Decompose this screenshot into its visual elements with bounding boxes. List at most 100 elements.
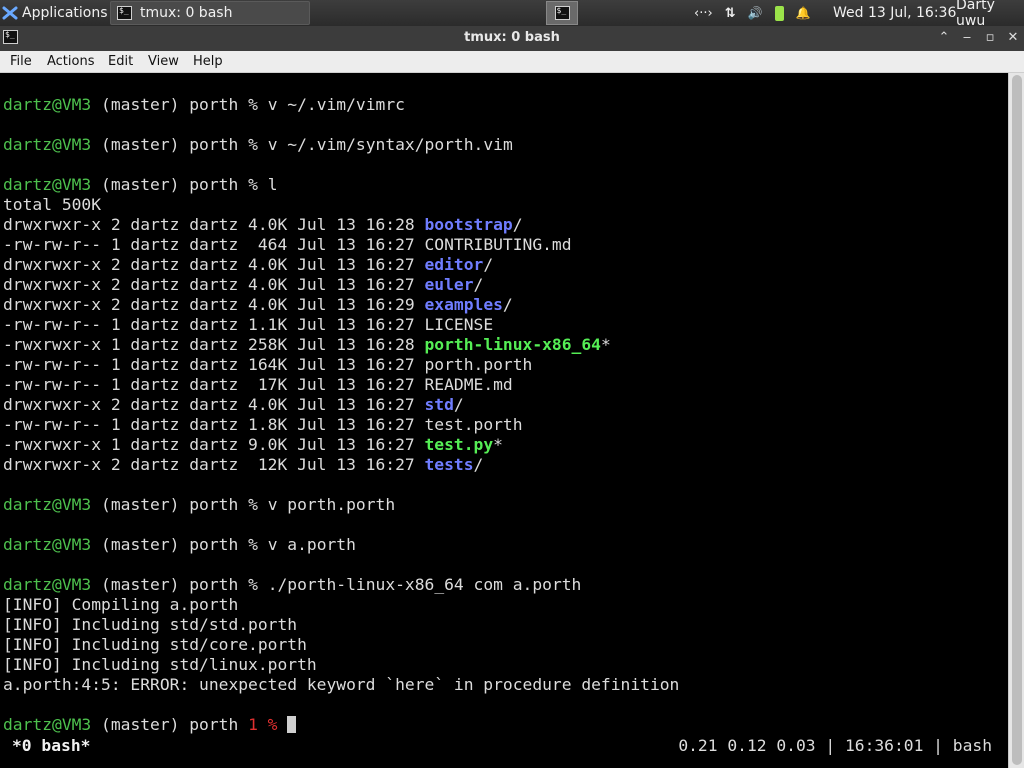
- maximize-button[interactable]: ▫: [981, 29, 999, 47]
- listing-row: drwxrwxr-x 2 dartz dartz 4.0K Jul 13 16:…: [3, 295, 513, 315]
- listing-row: drwxrwxr-x 2 dartz dartz 12K Jul 13 16:2…: [3, 455, 483, 475]
- menu-help[interactable]: Help: [193, 54, 223, 69]
- user-host: dartz@VM3: [3, 535, 92, 554]
- file-meta: drwxrwxr-x 2 dartz dartz 4.0K Jul 13 16:…: [3, 295, 425, 314]
- user-host: dartz@VM3: [3, 135, 92, 154]
- file-name: test.py: [424, 435, 494, 454]
- listing-row: drwxrwxr-x 2 dartz dartz 4.0K Jul 13 16:…: [3, 275, 483, 295]
- command-text: v ~/.vim/syntax/porth.vim: [267, 135, 513, 154]
- command-text: v ~/.vim/vimrc: [267, 95, 405, 114]
- file-meta: -rwxrwxr-x 1 dartz dartz 258K Jul 13 16:…: [3, 335, 425, 354]
- file-name: editor: [424, 255, 484, 274]
- listing-row: -rwxrwxr-x 1 dartz dartz 9.0K Jul 13 16:…: [3, 435, 503, 455]
- top-panel: Applications $_ tmux: 0 bash $_ ‹··› ⇅ 🔊…: [0, 0, 1024, 29]
- user-menu[interactable]: Darty uwu: [956, 0, 1024, 29]
- window-titlebar[interactable]: $_ tmux: 0 bash ⌃ ‒ ▫ ✕: [0, 26, 1024, 51]
- file-name: porth-linux-x86_64: [424, 335, 601, 354]
- user-host: dartz@VM3: [3, 175, 92, 194]
- file-meta: -rw-rw-r-- 1 dartz dartz 1.1K Jul 13 16:…: [3, 315, 425, 334]
- listing-row: -rw-rw-r-- 1 dartz dartz 1.8K Jul 13 16:…: [3, 415, 523, 435]
- file-suffix: /: [453, 395, 464, 414]
- output-line: [INFO] Compiling a.porth: [3, 595, 239, 614]
- file-suffix: /: [502, 295, 513, 314]
- file-meta: drwxrwxr-x 2 dartz dartz 4.0K Jul 13 16:…: [3, 215, 425, 234]
- file-suffix: /: [473, 455, 484, 474]
- error-line: a.porth:4:5: ERROR: unexpected keyword `…: [3, 675, 680, 694]
- file-name: std: [424, 395, 454, 414]
- file-suffix: /: [512, 215, 523, 234]
- terminal-scrollbar[interactable]: [1008, 73, 1024, 768]
- tmux-status-bar: *0 bash* 0.21 0.12 0.03 | 16:36:01 | bas…: [0, 735, 1008, 757]
- applications-label: Applications: [22, 5, 108, 21]
- terminal-icon: $_: [554, 6, 570, 20]
- panel-clock[interactable]: Wed 13 Jul, 16:36: [833, 0, 956, 26]
- listing-row: drwxrwxr-x 2 dartz dartz 4.0K Jul 13 16:…: [3, 215, 523, 235]
- output-line: [INFO] Including std/std.porth: [3, 615, 298, 634]
- user-host: dartz@VM3: [3, 495, 92, 514]
- command-text: l: [267, 175, 278, 194]
- prompt-branch: (master) porth %: [91, 535, 268, 554]
- user-host: dartz@VM3: [3, 575, 92, 594]
- menu-view[interactable]: View: [148, 54, 179, 69]
- file-suffix: *: [493, 435, 503, 454]
- prompt-branch: (master) porth: [91, 715, 249, 734]
- minimize-button[interactable]: ‒: [958, 29, 976, 47]
- prompt-line: dartz@VM3 (master) porth % ./porth-linux…: [3, 575, 581, 595]
- file-name: euler: [424, 275, 474, 294]
- listing-row: -rw-rw-r-- 1 dartz dartz 1.1K Jul 13 16:…: [3, 315, 493, 335]
- prompt-line: dartz@VM3 (master) porth % v ~/.vim/synt…: [3, 135, 513, 155]
- prompt-branch: (master) porth %: [91, 495, 268, 514]
- menu-edit[interactable]: Edit: [108, 54, 133, 69]
- exit-status: 1 %: [248, 715, 278, 734]
- prompt-branch: (master) porth %: [91, 175, 268, 194]
- prompt-line: dartz@VM3 (master) porth % v porth.porth: [3, 495, 395, 515]
- volume-icon[interactable]: 🔊: [748, 6, 763, 20]
- applications-menu[interactable]: Applications: [2, 0, 108, 26]
- file-name: test.porth: [424, 415, 523, 434]
- file-meta: drwxrwxr-x 2 dartz dartz 4.0K Jul 13 16:…: [3, 255, 425, 274]
- battery-icon[interactable]: [774, 5, 784, 21]
- listing-row: -rw-rw-r-- 1 dartz dartz 164K Jul 13 16:…: [3, 355, 532, 375]
- menu-actions[interactable]: Actions: [47, 54, 95, 69]
- file-name: examples: [424, 295, 503, 314]
- xfce-logo-icon: [2, 6, 18, 20]
- file-meta: -rw-rw-r-- 1 dartz dartz 17K Jul 13 16:2…: [3, 375, 425, 394]
- prompt-branch: (master) porth %: [91, 95, 268, 114]
- text-cursor[interactable]: [287, 716, 297, 733]
- file-name: porth.porth: [424, 355, 533, 374]
- file-meta: drwxrwxr-x 2 dartz dartz 12K Jul 13 16:2…: [3, 455, 425, 474]
- file-meta: drwxrwxr-x 2 dartz dartz 4.0K Jul 13 16:…: [3, 275, 425, 294]
- workspace-switcher-button[interactable]: $_: [546, 1, 578, 25]
- tmux-status-right: 0.21 0.12 0.03 | 16:36:01 | bash: [678, 736, 992, 755]
- notification-bell-icon[interactable]: 🔔: [796, 6, 811, 20]
- menu-bar: File Actions Edit View Help: [0, 51, 1024, 73]
- file-name: bootstrap: [424, 215, 513, 234]
- file-suffix: *: [600, 335, 611, 354]
- output-line: [INFO] Including std/core.porth: [3, 635, 307, 654]
- tmux-window-list[interactable]: *0 bash*: [12, 735, 90, 757]
- terminal-icon: $_: [117, 6, 132, 20]
- prompt-branch: (master) porth %: [91, 575, 268, 594]
- scrollbar-thumb[interactable]: [1012, 75, 1022, 765]
- file-name: LICENSE: [424, 315, 494, 334]
- current-prompt-line[interactable]: dartz@VM3 (master) porth 1 %: [3, 715, 297, 735]
- system-tray: ‹··› ⇅ 🔊 🔔: [694, 0, 810, 26]
- file-name: README.md: [424, 375, 513, 394]
- taskbar-window-title: tmux: 0 bash: [140, 5, 233, 21]
- shade-button[interactable]: ⌃: [935, 29, 953, 47]
- transfer-icon[interactable]: ⇅: [725, 6, 736, 21]
- network-icon[interactable]: ‹··›: [694, 6, 713, 21]
- taskbar-window-button[interactable]: $_ tmux: 0 bash: [110, 1, 310, 25]
- file-suffix: /: [483, 255, 494, 274]
- file-meta: -rw-rw-r-- 1 dartz dartz 1.8K Jul 13 16:…: [3, 415, 425, 434]
- listing-row: -rw-rw-r-- 1 dartz dartz 464 Jul 13 16:2…: [3, 235, 572, 255]
- close-button[interactable]: ✕: [1004, 29, 1022, 47]
- file-meta: -rw-rw-r-- 1 dartz dartz 164K Jul 13 16:…: [3, 355, 425, 374]
- menu-file[interactable]: File: [10, 54, 32, 69]
- prompt-branch: (master) porth %: [91, 135, 268, 154]
- listing-row: drwxrwxr-x 2 dartz dartz 4.0K Jul 13 16:…: [3, 255, 493, 275]
- file-meta: -rwxrwxr-x 1 dartz dartz 9.0K Jul 13 16:…: [3, 435, 425, 454]
- terminal-output[interactable]: dartz@VM3 (master) porth % v ~/.vim/vimr…: [0, 73, 1008, 768]
- prompt-line: dartz@VM3 (master) porth % v ~/.vim/vimr…: [3, 95, 405, 115]
- user-host: dartz@VM3: [3, 95, 92, 114]
